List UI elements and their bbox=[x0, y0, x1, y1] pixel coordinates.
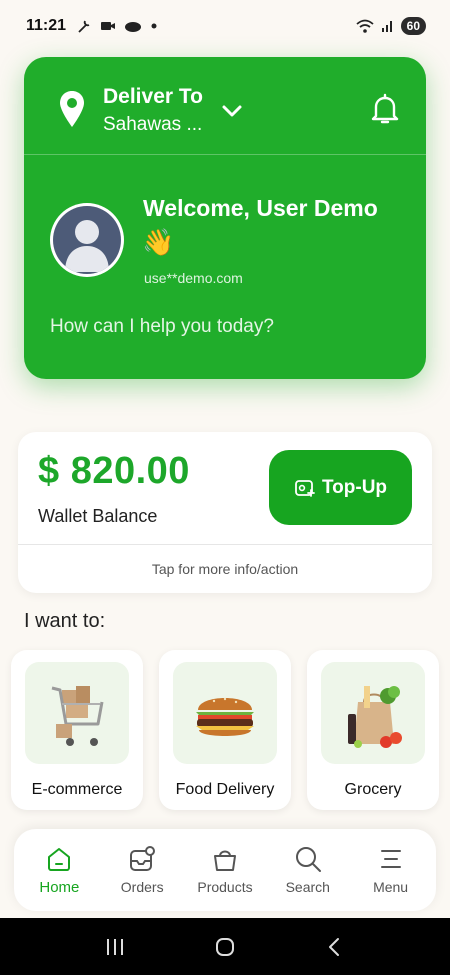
cloud-icon bbox=[125, 22, 142, 32]
wrench-icon bbox=[78, 20, 90, 33]
service-label: Grocery bbox=[344, 781, 402, 798]
nav-label: Menu bbox=[373, 879, 409, 895]
battery-indicator: 60 bbox=[400, 17, 426, 35]
nav-item-menu[interactable]: Menu bbox=[351, 845, 431, 895]
user-email: use**demo.com bbox=[144, 270, 243, 286]
status-time: 11:21 bbox=[26, 17, 67, 34]
avatar[interactable] bbox=[50, 203, 124, 277]
home-button-icon[interactable] bbox=[214, 936, 236, 958]
basket-icon bbox=[213, 850, 236, 871]
delivery-address[interactable]: Sahawas ... bbox=[103, 114, 202, 136]
nav-item-products[interactable]: Products bbox=[185, 845, 265, 895]
top-up-button[interactable]: Top-Up bbox=[269, 450, 412, 525]
wallet-hint[interactable]: Tap for more info/action bbox=[18, 561, 432, 577]
nav-label: Orders bbox=[120, 879, 164, 895]
recent-apps-icon[interactable] bbox=[104, 936, 126, 958]
menu-icon bbox=[380, 850, 401, 868]
nav-item-orders[interactable]: Orders bbox=[102, 845, 182, 895]
nav-label: Home bbox=[39, 878, 80, 896]
status-right-icons: 60 bbox=[355, 17, 426, 35]
wallet-card[interactable]: $ 820.00 Wallet Balance Top-Up Tap for m… bbox=[18, 432, 432, 593]
service-label: E-commerce bbox=[31, 781, 123, 798]
wallet-divider bbox=[18, 544, 432, 545]
video-icon bbox=[101, 22, 116, 30]
service-card-ecommerce[interactable]: E-commerce bbox=[11, 650, 143, 810]
waving-hand-icon: 👋 bbox=[142, 227, 175, 257]
dot-icon bbox=[151, 23, 157, 29]
section-heading: I want to: bbox=[24, 610, 106, 632]
top-up-label: Top-Up bbox=[321, 476, 388, 498]
help-prompt[interactable]: How can I help you today? bbox=[50, 316, 274, 338]
location-pin-icon bbox=[60, 91, 84, 127]
bottom-navigation: Home Orders Products Search Menu bbox=[14, 829, 436, 911]
search-icon bbox=[295, 847, 321, 872]
wallet-balance-amount: $ 820.00 bbox=[38, 450, 190, 492]
nav-item-home[interactable]: Home bbox=[19, 845, 99, 896]
burger-icon bbox=[173, 662, 277, 764]
header-card: Deliver To Sahawas ... Welcome, User Dem… bbox=[24, 57, 426, 379]
system-navigation-bar bbox=[0, 918, 450, 975]
deliver-to-label: Deliver To bbox=[103, 85, 203, 108]
welcome-message: Welcome, User Demo bbox=[143, 195, 378, 221]
wallet-add-icon bbox=[295, 479, 315, 497]
service-label: Food Delivery bbox=[175, 781, 275, 798]
bell-icon[interactable] bbox=[370, 93, 400, 125]
orders-icon bbox=[130, 846, 156, 871]
wallet-balance-label: Wallet Balance bbox=[38, 506, 158, 526]
wifi-icon bbox=[356, 19, 374, 33]
back-icon[interactable] bbox=[324, 936, 346, 958]
status-notification-icons bbox=[76, 18, 158, 34]
signal-icon bbox=[381, 21, 392, 32]
status-bar: 11:21 60 bbox=[0, 0, 450, 52]
nav-item-search[interactable]: Search bbox=[268, 845, 348, 895]
delivery-location-bar[interactable]: Deliver To Sahawas ... bbox=[24, 57, 426, 155]
nav-label: Products bbox=[197, 879, 253, 895]
shopping-cart-icon bbox=[25, 662, 129, 764]
avatar-placeholder-icon bbox=[53, 206, 121, 274]
nav-label: Search bbox=[285, 879, 330, 895]
service-card-food-delivery[interactable]: Food Delivery bbox=[159, 650, 291, 810]
home-icon bbox=[48, 847, 71, 871]
service-card-grocery[interactable]: Grocery bbox=[307, 650, 439, 810]
chevron-down-icon[interactable] bbox=[220, 99, 244, 123]
grocery-bag-icon bbox=[321, 662, 425, 764]
